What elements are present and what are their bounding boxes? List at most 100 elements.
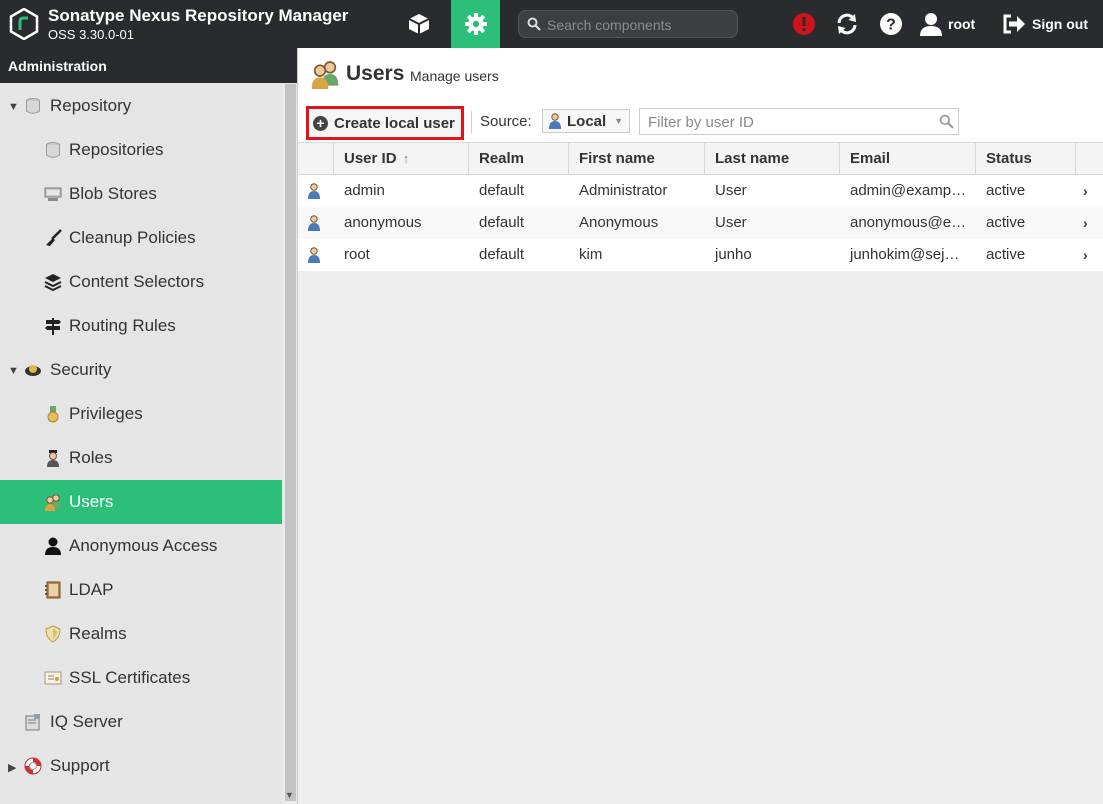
- table-header: User ID ↑ Realm First name Last name Ema…: [298, 142, 1103, 175]
- sidebar-scrollbar[interactable]: ▼: [282, 84, 297, 804]
- search-box[interactable]: [518, 10, 738, 38]
- user-account-button[interactable]: root: [920, 0, 984, 48]
- role-person-icon: [47, 450, 59, 467]
- system-alert-button[interactable]: [788, 0, 820, 48]
- column-header-last-name[interactable]: Last name: [705, 143, 840, 174]
- sidebar-item-label: Content Selectors: [69, 272, 205, 291]
- sidebar-item-privileges[interactable]: Privileges: [0, 392, 282, 436]
- top-bar: Sonatype Nexus Repository Manager OSS 3.…: [0, 0, 1103, 48]
- column-header-user-id[interactable]: User ID ↑: [334, 143, 469, 174]
- sidebar-item-label: Anonymous Access: [69, 536, 218, 555]
- refresh-button[interactable]: [831, 0, 863, 48]
- column-header-realm[interactable]: Realm: [469, 143, 569, 174]
- cell-status: active: [986, 246, 1026, 263]
- caret-down-icon[interactable]: ▼: [8, 101, 19, 113]
- source-value: Local: [567, 112, 607, 130]
- sidebar-item-label: Repositories: [69, 140, 164, 159]
- table-row[interactable]: anonymous default Anonymous User anonymo…: [298, 207, 1103, 239]
- sidebar-item-label: Routing Rules: [69, 316, 176, 335]
- cell-user-id: admin: [344, 182, 385, 199]
- sidebar-item-routing-rules[interactable]: Routing Rules: [0, 304, 282, 348]
- browse-button[interactable]: [396, 0, 442, 48]
- sidebar-item-iq-server[interactable]: IQ Server: [0, 700, 282, 744]
- svg-text:?: ?: [886, 17, 896, 34]
- sidebar-item-content-selectors[interactable]: Content Selectors: [0, 260, 282, 304]
- sign-out-label: Sign out: [1032, 16, 1088, 32]
- sidebar-item-roles[interactable]: Roles: [0, 436, 282, 480]
- cell-email: admin@examp…: [850, 182, 967, 199]
- column-header-first-name[interactable]: First name: [569, 143, 705, 174]
- sign-out-button[interactable]: Sign out: [1002, 0, 1098, 48]
- cell-email: anonymous@e…: [850, 214, 967, 231]
- cell-realm: default: [479, 182, 525, 199]
- sidebar-item-label: Repository: [50, 96, 132, 115]
- sidebar-item-support[interactable]: ▶ Support: [0, 744, 282, 788]
- sidebar-header: Administration: [0, 48, 297, 83]
- sidebar: Administration ▼ Repository Repositories: [0, 48, 297, 804]
- signpost-icon: [45, 318, 61, 335]
- sidebar-item-blob-stores[interactable]: Blob Stores: [0, 172, 282, 216]
- cell-first-name: Anonymous: [579, 214, 659, 231]
- main-panel: Users Manage users + Create local user S…: [298, 48, 1103, 804]
- chevron-right-icon[interactable]: ›: [1083, 175, 1088, 207]
- scrollbar-thumb[interactable]: [285, 84, 296, 801]
- page-subtitle: Manage users: [410, 68, 499, 84]
- users-table: admin default Administrator User admin@e…: [298, 175, 1103, 271]
- exclamation-icon: [793, 13, 815, 35]
- sidebar-item-label: IQ Server: [50, 712, 123, 731]
- chevron-right-icon[interactable]: ›: [1083, 239, 1088, 271]
- lifebuoy-icon: [24, 757, 42, 775]
- sidebar-item-label: LDAP: [69, 580, 114, 599]
- page-title: Users: [346, 62, 405, 85]
- page-header: Users Manage users + Create local user S…: [298, 48, 1103, 144]
- search-icon[interactable]: [939, 114, 954, 129]
- column-header-icon: [298, 143, 334, 174]
- filter-box[interactable]: [639, 108, 959, 135]
- cell-first-name: kim: [579, 246, 603, 263]
- iq-server-icon: [25, 714, 40, 731]
- caret-down-icon[interactable]: ▼: [8, 365, 19, 377]
- help-button[interactable]: ?: [875, 0, 907, 48]
- database-icon: [26, 98, 40, 114]
- cell-last-name: User: [715, 214, 747, 231]
- nexus-logo-icon[interactable]: [9, 8, 39, 40]
- administration-button[interactable]: [451, 0, 500, 48]
- sidebar-item-label: SSL Certificates: [69, 668, 191, 687]
- sidebar-item-cleanup-policies[interactable]: Cleanup Policies: [0, 216, 282, 260]
- table-row[interactable]: admin default Administrator User admin@e…: [298, 175, 1103, 207]
- scroll-down-arrow-icon[interactable]: ▼: [285, 790, 294, 800]
- username-label: root: [948, 16, 976, 32]
- sidebar-item-repository[interactable]: ▼ Repository: [0, 84, 282, 128]
- sort-ascending-icon: ↑: [402, 151, 410, 166]
- create-local-user-button[interactable]: + Create local user: [306, 106, 464, 140]
- dropdown-arrow-icon: ▼: [614, 116, 623, 126]
- layers-icon: [44, 274, 62, 291]
- chevron-right-icon[interactable]: ›: [1083, 207, 1088, 239]
- search-input[interactable]: [545, 14, 735, 36]
- column-header-status[interactable]: Status: [976, 143, 1076, 174]
- app-version: OSS 3.30.0-01: [48, 27, 134, 42]
- sidebar-item-anonymous-access[interactable]: Anonymous Access: [0, 524, 282, 568]
- column-header-email[interactable]: Email: [840, 143, 976, 174]
- sidebar-item-realms[interactable]: Realms: [0, 612, 282, 656]
- plus-circle-icon: +: [313, 115, 328, 131]
- user-icon: [308, 247, 320, 263]
- filter-input[interactable]: [646, 112, 930, 133]
- sidebar-item-ssl-certificates[interactable]: SSL Certificates: [0, 656, 282, 700]
- sidebar-item-repositories[interactable]: Repositories: [0, 128, 282, 172]
- source-label: Source:: [480, 113, 532, 130]
- caret-right-icon[interactable]: ▶: [8, 761, 16, 774]
- sidebar-item-security[interactable]: ▼ Security: [0, 348, 282, 392]
- sidebar-item-users[interactable]: Users: [0, 480, 282, 524]
- cell-first-name: Administrator: [579, 182, 668, 199]
- shield-icon: [45, 625, 61, 643]
- user-icon: [308, 215, 320, 231]
- sidebar-item-ldap[interactable]: LDAP: [0, 568, 282, 612]
- user-icon: [920, 13, 942, 36]
- table-row[interactable]: root default kim junho junhokim@sej… act…: [298, 239, 1103, 271]
- source-dropdown[interactable]: Local ▼: [542, 109, 630, 133]
- cell-status: active: [986, 214, 1026, 231]
- cell-realm: default: [479, 246, 525, 263]
- cell-last-name: User: [715, 182, 747, 199]
- address-book-icon: [45, 581, 61, 599]
